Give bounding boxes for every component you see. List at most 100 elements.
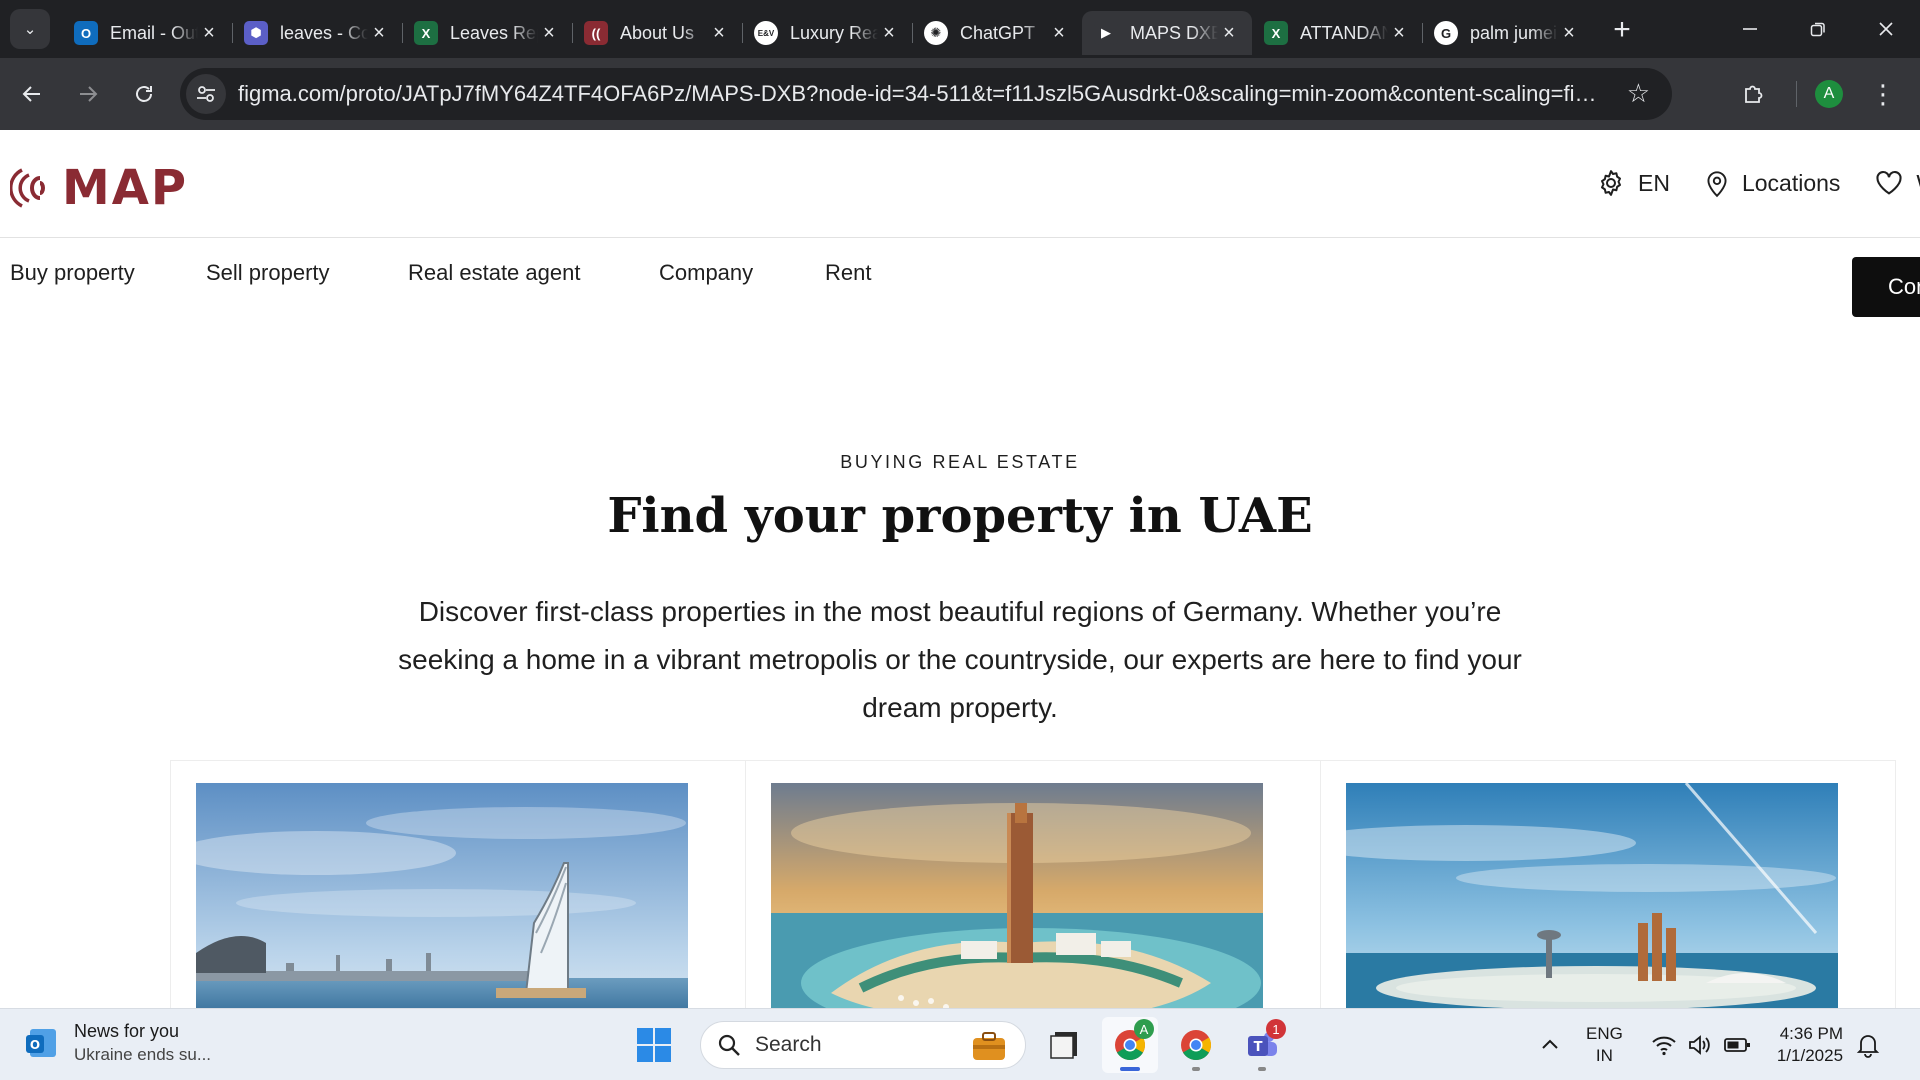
hero-description: Discover first-class properties in the m… <box>398 596 1522 723</box>
outlook-icon: O <box>74 21 98 45</box>
start-button[interactable] <box>630 1021 678 1069</box>
site-header: MAP EN Locations W <box>0 130 1920 238</box>
taskbar-app-files[interactable] <box>1036 1017 1092 1073</box>
nav-rent[interactable]: Rent <box>825 260 905 286</box>
url-text[interactable]: figma.com/proto/JATpJ7fMY64Z4TF4OFA6Pz/M… <box>238 81 1598 107</box>
minimize-button[interactable] <box>1716 0 1784 58</box>
teams-notification-badge: 1 <box>1266 1019 1286 1039</box>
browser-tab[interactable]: ⬢ leaves - Copilot× <box>232 11 402 55</box>
close-tab-icon[interactable]: × <box>368 22 390 44</box>
taskbar-app-chrome-profile[interactable]: A <box>1102 1017 1158 1073</box>
back-button[interactable] <box>8 70 56 118</box>
tune-icon <box>197 86 215 102</box>
site-logo[interactable]: MAP <box>10 164 188 212</box>
browser-tab[interactable]: ((About Us × <box>572 11 742 55</box>
contact-button[interactable]: Contact <box>1852 257 1920 317</box>
nav-company[interactable]: Company <box>659 260 825 286</box>
browser-tab[interactable]: ✺ ChatGPT × <box>912 11 1082 55</box>
browser-toolbar: figma.com/proto/JATpJ7fMY64Z4TF4OFA6Pz/M… <box>0 58 1920 130</box>
property-card[interactable] <box>1320 760 1896 1008</box>
profile-avatar[interactable]: A <box>1815 80 1843 108</box>
property-image-island-resort[interactable] <box>771 783 1263 1008</box>
news-subtitle: Ukraine ends su... <box>74 1045 212 1064</box>
property-image-palm-island[interactable] <box>1346 783 1838 1008</box>
tab-title: palm jumeirah - Google <box>1470 22 1558 43</box>
new-tab-button[interactable]: + <box>1602 10 1642 50</box>
taskbar-app-chrome[interactable] <box>1168 1017 1224 1073</box>
close-window-button[interactable] <box>1852 0 1920 58</box>
extensions-button[interactable] <box>1730 70 1778 118</box>
locations-link[interactable]: Locations <box>1704 168 1840 198</box>
outlook-news-icon: O <box>26 1029 56 1057</box>
wishlist-link[interactable]: W <box>1874 169 1920 197</box>
property-cards <box>170 760 1896 1008</box>
language-selector[interactable]: EN <box>1596 168 1670 198</box>
taskbar-search[interactable]: Search <box>700 1021 1026 1069</box>
tab-list: OEmail - Outlook×⬢leaves - Copilot×XLeav… <box>62 0 1592 58</box>
close-tab-icon[interactable]: × <box>1048 22 1070 44</box>
locations-label: Locations <box>1741 169 1841 196</box>
taskbar-app-teams[interactable]: T 1 <box>1234 1017 1290 1073</box>
language-code: ENG <box>1586 1024 1623 1043</box>
restore-button[interactable] <box>1784 0 1852 58</box>
wifi-icon <box>1652 1036 1676 1056</box>
browser-tab[interactable]: X Leaves Report× <box>402 11 572 55</box>
browser-tab[interactable]: E&V Luxury Real Estate× <box>742 11 912 55</box>
browser-tab[interactable]: Gpalm jumeirah - Google× <box>1422 11 1592 55</box>
tab-title: ATTANDANCE <box>1300 22 1388 43</box>
nav-sell-property[interactable]: Sell property <box>206 260 408 286</box>
toolbar-divider <box>1796 81 1797 107</box>
tab-title: MAPS DXB <box>1130 22 1218 43</box>
browser-menu-button[interactable]: ⋮ <box>1863 70 1903 118</box>
close-tab-icon[interactable]: × <box>198 22 220 44</box>
notification-bell-icon[interactable] <box>1855 1032 1881 1058</box>
taskbar-center: Search A T 1 <box>630 1017 1290 1073</box>
browser-tab[interactable]: O Email - Outlook× <box>62 11 232 55</box>
property-image-burj-al-arab[interactable] <box>196 783 688 1008</box>
tab-title: About Us <box>620 22 695 43</box>
nav-buy-property[interactable]: Buy property <box>10 260 206 286</box>
browser-tab[interactable]: ▶ MAPS DXB × <box>1082 11 1252 55</box>
browser-tab[interactable]: X ATTANDANCE× <box>1252 11 1422 55</box>
close-tab-icon[interactable]: × <box>1558 22 1580 44</box>
tray-status-icons[interactable] <box>1651 1034 1761 1056</box>
reload-icon <box>136 86 152 102</box>
address-bar[interactable]: figma.com/proto/JATpJ7fMY64Z4TF4OFA6Pz/M… <box>180 68 1672 120</box>
location-pin-icon <box>1707 171 1727 198</box>
battery-icon <box>1723 1038 1750 1052</box>
close-tab-icon[interactable]: × <box>708 22 730 44</box>
tab-title: Luxury Real Estate <box>790 22 878 43</box>
bookmark-star-icon[interactable]: ☆ <box>1627 78 1650 109</box>
excel-icon: X <box>1264 21 1288 45</box>
property-card[interactable] <box>745 760 1321 1008</box>
chevron-up-icon[interactable] <box>1540 1035 1560 1055</box>
running-app-indicator <box>1258 1067 1266 1071</box>
site-info-button[interactable] <box>186 74 226 114</box>
system-clock[interactable]: 4:36 PM 1/1/2025 <box>1777 1023 1843 1067</box>
news-widget[interactable]: O News for you Ukraine ends su... <box>24 1019 211 1067</box>
tab-title: Email - Outlook <box>110 22 198 43</box>
windows-logo-icon <box>637 1028 671 1062</box>
browser-tab-strip: ⌄ OEmail - Outlook×⬢leaves - Copilot×XLe… <box>0 0 1920 58</box>
copilot-icon: ⬢ <box>244 21 268 45</box>
web-page: MAP EN Locations W Buy property Sell pro… <box>0 130 1920 1008</box>
close-tab-icon[interactable]: × <box>1388 22 1410 44</box>
input-language[interactable]: ENG IN <box>1586 1023 1623 1067</box>
wishlist-label: W <box>1916 170 1920 197</box>
close-tab-icon[interactable]: × <box>1218 22 1240 44</box>
minimize-icon <box>1743 28 1757 30</box>
toolbar-right: A ⋮ <box>1730 70 1903 118</box>
clock-time: 4:36 PM <box>1779 1024 1844 1043</box>
close-tab-icon[interactable]: × <box>538 22 560 44</box>
chevron-down-icon: ⌄ <box>23 21 37 38</box>
close-tab-icon[interactable]: × <box>878 22 900 44</box>
nav-real-estate-agent[interactable]: Real estate agent <box>408 260 659 286</box>
region-code: IN <box>1595 1046 1613 1065</box>
search-icon <box>718 1034 740 1056</box>
forward-button[interactable] <box>64 70 112 118</box>
reload-button[interactable] <box>120 70 168 118</box>
tab-search-button[interactable]: ⌄ <box>10 9 50 49</box>
file-explorer-icon <box>1050 1032 1077 1059</box>
property-card[interactable] <box>170 760 746 1008</box>
clock-date: 1/1/2025 <box>1776 1046 1844 1065</box>
